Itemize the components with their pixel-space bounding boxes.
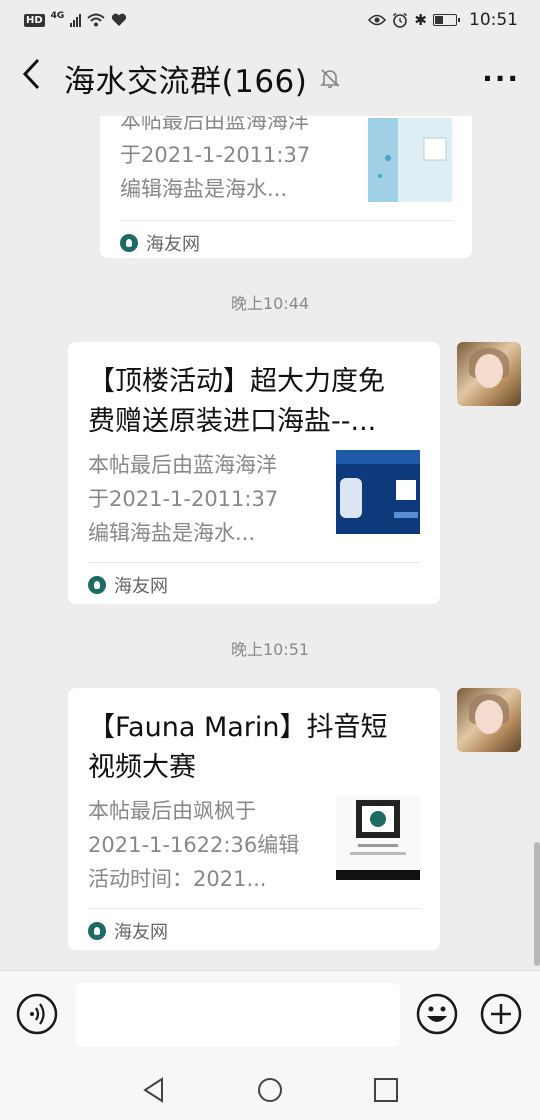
message-timestamp: 晚上10:44 — [230, 294, 310, 313]
title-line: 费赠送原装进口海盐--... — [88, 406, 377, 437]
input-bar — [0, 970, 540, 1060]
chat-message-list[interactable]: 本帖最后由蓝海海洋 于2021-1-2011:37 编辑海盐是海水... 海友网… — [0, 116, 540, 970]
health-heart-icon — [112, 13, 127, 26]
card-thumbnail — [368, 118, 452, 202]
nav-back-icon[interactable] — [140, 1076, 168, 1104]
alarm-icon — [393, 12, 408, 28]
avatar[interactable] — [457, 688, 521, 752]
desc-line: 于2021-1-2011:37 — [88, 487, 279, 511]
message-timestamp: 晚上10:51 — [230, 640, 310, 659]
card-thumbnail — [336, 450, 420, 534]
title-line: 视频大赛 — [88, 752, 196, 783]
card-title: 【顶楼活动】超大力度免 费赠送原装进口海盐--... — [88, 362, 420, 442]
card-description: 本帖最后由飒枫于 2021-1-1622:36编辑 活动时间：2021... — [88, 794, 320, 896]
desc-line: 于2021-1-2011:37 — [120, 143, 311, 167]
card-description: 本帖最后由蓝海海洋 于2021-1-2011:37 编辑海盐是海水... — [120, 116, 360, 206]
desc-line: 编辑海盐是海水... — [88, 521, 256, 545]
card-thumbnail — [336, 796, 420, 880]
desc-line: 本帖最后由蓝海海洋 — [120, 116, 309, 133]
network-type: 4G — [50, 11, 65, 21]
chat-header: 海水交流群(166) ··· — [0, 40, 540, 116]
source-logo-icon — [120, 234, 138, 252]
source-logo-icon — [88, 576, 106, 594]
link-card[interactable]: 本帖最后由蓝海海洋 于2021-1-2011:37 编辑海盐是海水... 海友网 — [100, 116, 472, 258]
card-description: 本帖最后由蓝海海洋 于2021-1-2011:37 编辑海盐是海水... — [88, 448, 320, 550]
nav-recents-icon[interactable] — [372, 1076, 400, 1104]
bluetooth-icon: ✱ — [414, 10, 427, 29]
battery-icon — [433, 14, 460, 26]
plus-circle-icon[interactable] — [480, 993, 522, 1035]
title-line: 【Fauna Marin】抖音短 — [88, 712, 388, 743]
source-logo-icon — [88, 922, 106, 940]
more-horizontal-icon[interactable]: ··· — [482, 62, 520, 95]
bell-off-icon — [320, 69, 341, 88]
title-line: 【顶楼活动】超大力度免 — [88, 366, 385, 397]
desc-line: 本帖最后由飒枫于 — [88, 799, 256, 823]
card-source: 海友网 — [120, 221, 452, 265]
hd-badge: HD — [24, 13, 45, 27]
nav-home-icon[interactable] — [256, 1076, 284, 1104]
chevron-left-icon[interactable] — [20, 57, 56, 100]
chat-title: 海水交流群(166) — [64, 63, 308, 100]
system-nav-bar — [0, 1060, 540, 1120]
card-title: 【Fauna Marin】抖音短 视频大赛 — [88, 708, 420, 788]
desc-line: 本帖最后由蓝海海洋 — [88, 453, 277, 477]
source-name: 海友网 — [114, 576, 168, 597]
status-time: 10:51 — [469, 10, 518, 30]
source-name: 海友网 — [146, 234, 200, 255]
desc-line: 编辑海盐是海水... — [120, 177, 288, 201]
link-card[interactable]: 【顶楼活动】超大力度免 费赠送原装进口海盐--... 本帖最后由蓝海海洋 于20… — [68, 342, 440, 604]
signal-icon — [70, 13, 82, 27]
source-name: 海友网 — [114, 922, 168, 943]
card-source: 海友网 — [88, 563, 420, 607]
wifi-icon — [87, 13, 105, 27]
scrollbar[interactable] — [534, 842, 540, 966]
card-source: 海友网 — [88, 909, 420, 953]
voice-icon[interactable] — [16, 993, 58, 1035]
eye-icon — [368, 14, 387, 26]
status-bar: HD 4G ✱ 10:51 — [0, 0, 540, 40]
message-input[interactable] — [76, 983, 400, 1047]
emoji-icon[interactable] — [416, 993, 458, 1035]
link-card[interactable]: 【Fauna Marin】抖音短 视频大赛 本帖最后由飒枫于 2021-1-16… — [68, 688, 440, 950]
desc-line: 活动时间：2021... — [88, 867, 267, 891]
avatar[interactable] — [457, 342, 521, 406]
desc-line: 2021-1-1622:36编辑 — [88, 833, 300, 857]
